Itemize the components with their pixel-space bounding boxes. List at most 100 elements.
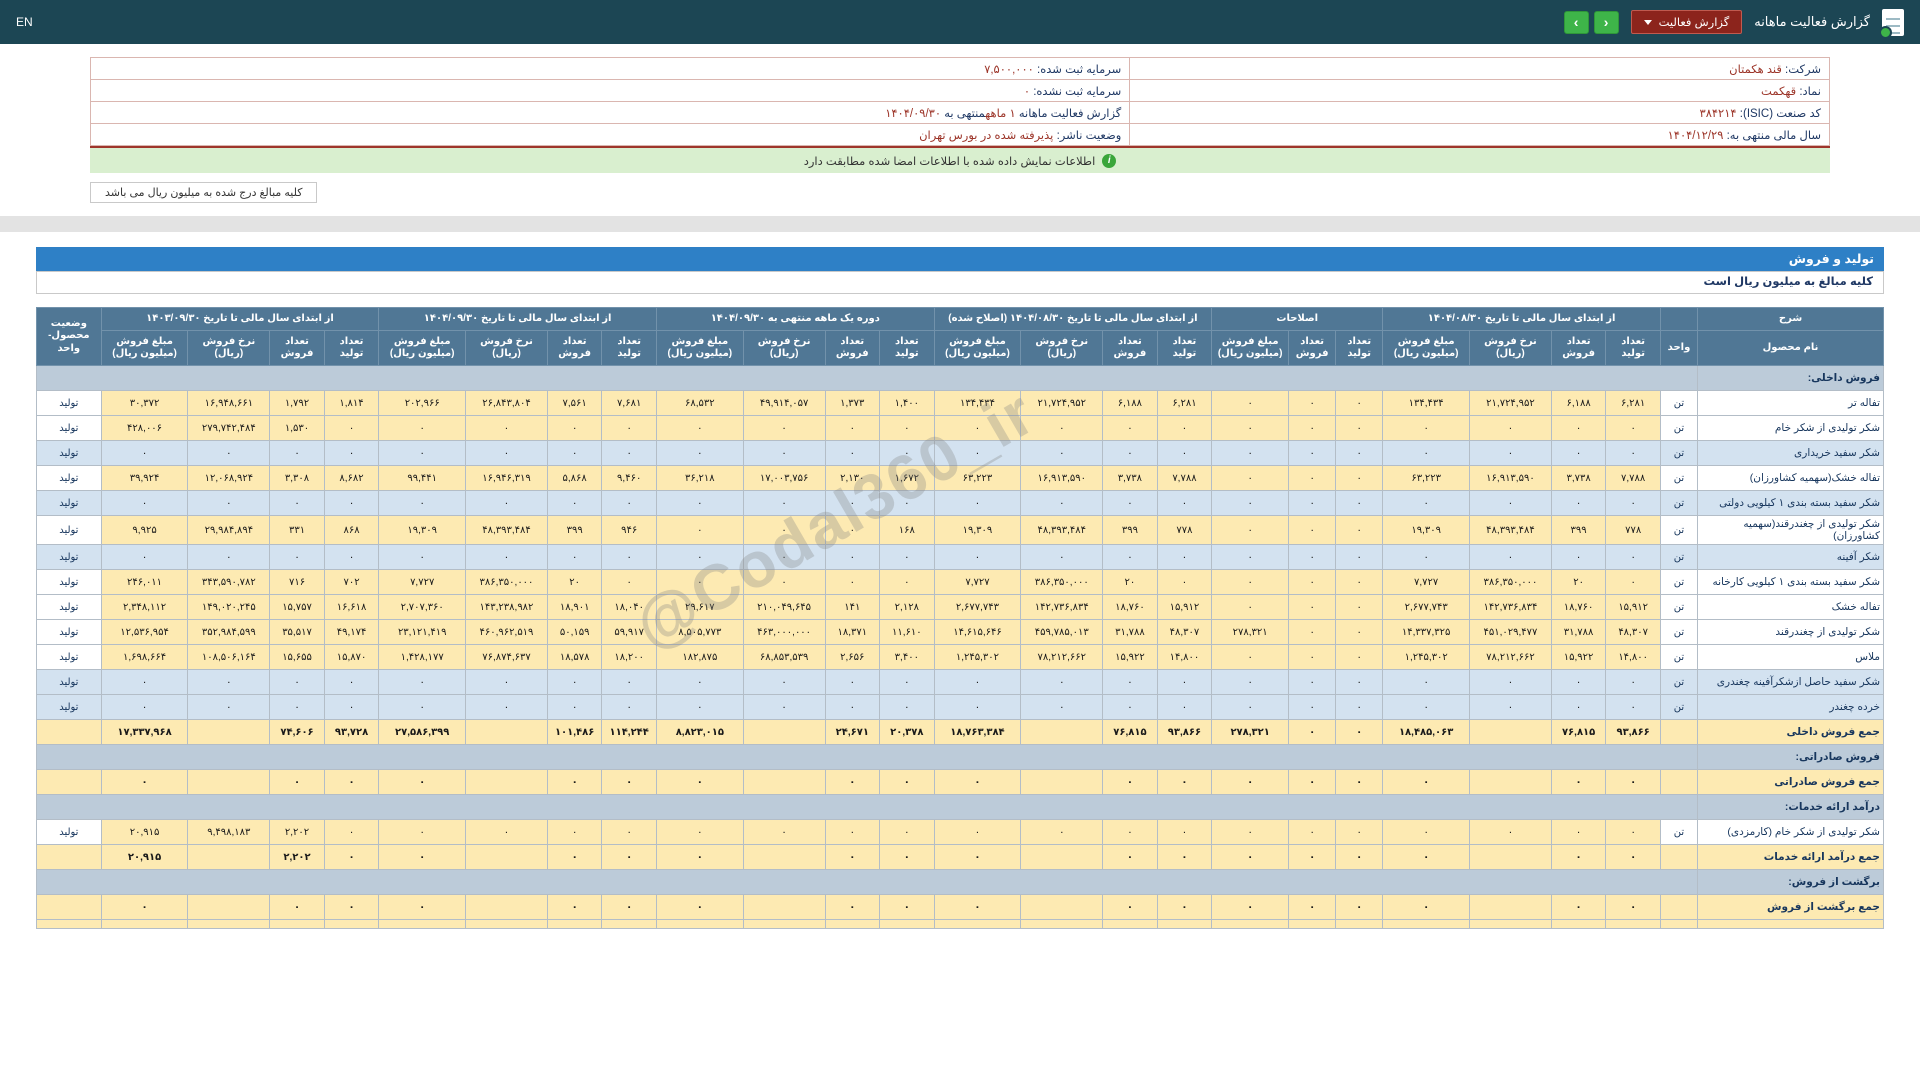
- value-cell: ۰: [1469, 544, 1552, 570]
- value-cell: ۲۰: [1550, 569, 1607, 595]
- value-cell: ۰: [378, 769, 467, 795]
- value-cell: ۰: [1288, 515, 1337, 545]
- value-cell: ۲۰,۳۷۸: [879, 719, 935, 745]
- value-cell: ۱۹,۳۰۹: [933, 515, 1022, 545]
- col-subheader-5-3: مبلغ فروش (میلیون ریال): [100, 330, 189, 366]
- value-cell: [1605, 919, 1661, 929]
- status-cell: [36, 719, 102, 745]
- value-cell: ۲۰۲,۹۶۶: [378, 390, 467, 416]
- col-subheader-1-1: تعداد فروش: [1288, 330, 1337, 366]
- status-cell: تولید: [36, 569, 102, 595]
- value-cell: ۰: [824, 669, 881, 695]
- unit-cell: تن: [1659, 694, 1699, 720]
- value-cell: ۱۸,۵۷۸: [546, 644, 603, 670]
- value-cell: [1469, 769, 1552, 795]
- value-cell: ۰: [1382, 415, 1471, 441]
- value-cell: ۱۸,۰۴۰: [601, 594, 657, 620]
- value-cell: ۰: [655, 844, 744, 870]
- report-period-date: ۱۴۰۴/۰۹/۳۰: [885, 107, 941, 120]
- value-cell: ۰: [601, 819, 657, 845]
- value-cell: ۳,۷۳۸: [1102, 465, 1158, 491]
- value-cell: ۰: [655, 894, 744, 920]
- value-cell: ۰: [465, 669, 548, 695]
- value-cell: ۰: [1156, 669, 1213, 695]
- value-cell: ۰: [1156, 415, 1213, 441]
- total-row: جمع درآمد ارائه خدمات ۰ ۰ ۰ ۰ ۰ ۰ ۰ ۰ ۰ ۰ ۰ ۰ ۰ ۰ ۰ ۰ ۲,۲…: [36, 844, 1884, 870]
- value-cell: ۰: [655, 440, 744, 466]
- value-cell: ۲۱,۷۲۴,۹۵۲: [1020, 390, 1104, 416]
- value-cell: ۰: [1335, 390, 1384, 416]
- value-cell: ۲۹,۹۸۴,۸۹۴: [187, 515, 271, 545]
- unregistered-capital-value: ۰: [1023, 85, 1030, 98]
- value-cell: ۰: [1550, 490, 1607, 516]
- value-cell: ۰: [1335, 490, 1384, 516]
- product-row: ملاس تن ۱۴,۸۰۰ ۱۵,۹۲۲ ۷۸,۲۱۲,۶۶۲ ۱,۲۴۵,۳۰۲ ۰ ۰ ۰…: [36, 644, 1884, 670]
- language-toggle[interactable]: EN: [16, 15, 33, 29]
- value-cell: ۰: [1288, 594, 1337, 620]
- unit-cell: تن: [1659, 669, 1699, 695]
- unregistered-capital-label: سرمایه ثبت نشده:: [1033, 85, 1122, 98]
- prev-report-button[interactable]: ‹: [1563, 10, 1589, 34]
- value-cell: ۲۹,۶۱۷: [655, 594, 744, 620]
- value-cell: ۴۸,۳۹۳,۴۸۴: [1469, 515, 1552, 545]
- value-cell: ۴۵۱,۰۲۹,۴۷۷: [1469, 619, 1552, 645]
- value-cell: ۰: [1550, 440, 1607, 466]
- value-cell: ۱۷,۳۳۷,۹۶۸: [100, 719, 189, 745]
- value-cell: ۰: [100, 544, 189, 570]
- value-cell: ۱۵,۹۲۲: [1550, 644, 1607, 670]
- value-cell: ۰: [1550, 669, 1607, 695]
- value-cell: ۰: [1102, 440, 1158, 466]
- total-label: جمع فروش صادراتی: [1697, 769, 1884, 795]
- unit-cell: تن: [1659, 644, 1699, 670]
- value-cell: ۰: [1288, 390, 1337, 416]
- section-filler: [35, 869, 1699, 895]
- value-cell: ۰: [1156, 490, 1213, 516]
- value-cell: ۳۸۶,۳۵۰,۰۰۰: [1469, 569, 1552, 595]
- value-cell: ۰: [1288, 844, 1337, 870]
- value-cell: ۰: [1605, 490, 1661, 516]
- value-cell: ۱۴۱: [824, 594, 881, 620]
- value-cell: ۰: [1020, 819, 1104, 845]
- unit-cell: تن: [1659, 819, 1699, 845]
- col-subheader-3-2: نرخ فروش (ریال): [742, 330, 826, 366]
- value-cell: ۰: [601, 844, 657, 870]
- value-cell: [1020, 894, 1104, 920]
- value-cell: ۰: [269, 894, 325, 920]
- value-cell: ۰: [269, 544, 325, 570]
- value-cell: ۰: [1211, 440, 1290, 466]
- value-cell: ۰: [824, 694, 881, 720]
- value-cell: ۱,۷۹۲: [269, 390, 325, 416]
- value-cell: ۰: [1605, 769, 1661, 795]
- value-cell: ۰: [378, 844, 467, 870]
- issuer-status-value: پذیرفته شده در بورس تهران: [919, 129, 1054, 142]
- topbar: گزارش فعالیت ماهانه گزارش فعالیت ‹ › EN: [0, 0, 1920, 44]
- topbar-right-group: گزارش فعالیت ماهانه گزارش فعالیت ‹ ›: [1563, 8, 1904, 39]
- value-cell: ۰: [1102, 844, 1158, 870]
- report-type-button[interactable]: گزارش فعالیت: [1630, 10, 1743, 34]
- value-cell: ۰: [879, 544, 935, 570]
- value-cell: ۳۱,۷۸۸: [1102, 619, 1158, 645]
- value-cell: ۰: [1605, 569, 1661, 595]
- value-cell: ۰: [824, 769, 881, 795]
- value-cell: ۱۴۲,۷۳۶,۸۳۴: [1020, 594, 1104, 620]
- value-cell: ۰: [1020, 544, 1104, 570]
- value-cell: ۱۰۸,۵۰۶,۱۶۴: [187, 644, 271, 670]
- section-label: فروش صادراتی:: [1697, 744, 1884, 770]
- value-cell: ۰: [1382, 819, 1471, 845]
- value-cell: ۰: [1469, 669, 1552, 695]
- amounts-note-box: کلیه مبالغ درج شده به میلیون ریال می باش…: [90, 182, 318, 203]
- value-cell: ۳۹,۹۲۴: [100, 465, 189, 491]
- value-cell: ۴۶۳,۰۰۰,۰۰۰: [742, 619, 826, 645]
- value-cell: ۰: [1102, 490, 1158, 516]
- value-cell: ۲,۲۰۲: [269, 819, 325, 845]
- value-cell: ۲,۶۵۶: [824, 644, 881, 670]
- next-report-button[interactable]: ›: [1593, 10, 1619, 34]
- info-icon: i: [1102, 153, 1117, 168]
- value-cell: ۶,۲۸۱: [1156, 390, 1213, 416]
- value-cell: ۱۸,۳۷۱: [824, 619, 881, 645]
- value-cell: ۰: [1156, 894, 1213, 920]
- value-cell: ۰: [824, 894, 881, 920]
- value-cell: ۰: [601, 769, 657, 795]
- value-cell: ۰: [1156, 440, 1213, 466]
- value-cell: ۰: [546, 844, 603, 870]
